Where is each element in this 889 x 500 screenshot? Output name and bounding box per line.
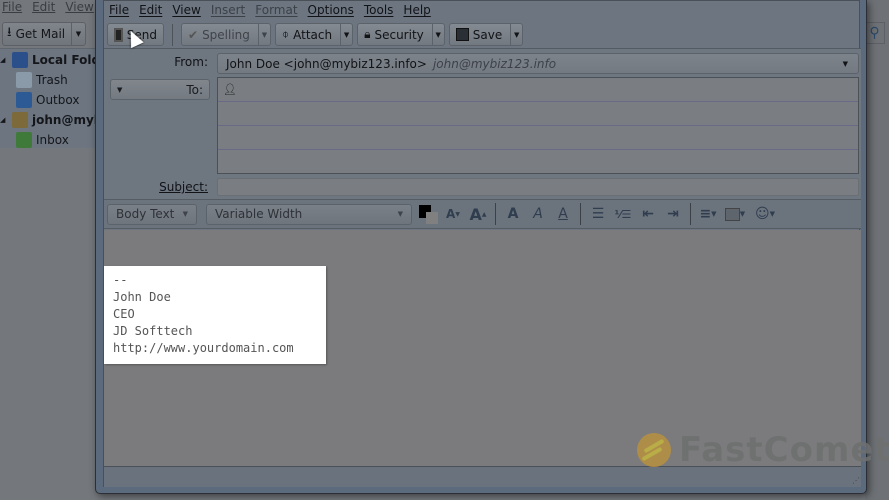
- menu-insert[interactable]: Insert: [206, 3, 250, 21]
- outdent-icon[interactable]: ⇤: [637, 203, 659, 225]
- checkmark-icon: ✔: [188, 27, 199, 42]
- underline-icon[interactable]: A: [552, 203, 574, 225]
- folder-outbox[interactable]: Outbox: [16, 90, 79, 110]
- italic-icon[interactable]: A: [527, 203, 549, 225]
- floppy-disk-icon: [455, 28, 469, 41]
- bg-menu-file[interactable]: File: [2, 0, 22, 18]
- font-select[interactable]: Variable Width ▼: [206, 203, 412, 225]
- folder-trash[interactable]: Trash: [16, 70, 68, 90]
- bg-menu-edit[interactable]: Edit: [32, 0, 55, 18]
- toolbar-separator: [580, 203, 581, 225]
- format-toolbar: Body Text ▼ Variable Width ▼ A ▼ A ▲ A A A…: [104, 199, 861, 229]
- smaller-text-icon[interactable]: A ▼: [442, 203, 464, 225]
- menu-edit[interactable]: Edit: [134, 3, 167, 21]
- recipient-row[interactable]: [218, 102, 858, 126]
- larger-text-icon[interactable]: A ▲: [467, 203, 489, 225]
- chevron-down-icon: ▼: [117, 85, 123, 94]
- smiley-icon[interactable]: ☺ ▼: [751, 203, 779, 225]
- menu-format[interactable]: Format: [250, 3, 302, 21]
- subject-label: Subject:: [159, 180, 208, 194]
- spelling-button[interactable]: ✔ Spelling ▼: [181, 23, 271, 46]
- chevron-down-icon: ▼: [397, 210, 403, 218]
- inbox-icon: [16, 132, 32, 148]
- chevron-down-icon[interactable]: ▼: [71, 23, 85, 45]
- chevron-down-icon[interactable]: ▼: [340, 24, 352, 45]
- from-label: From:: [174, 55, 208, 69]
- resize-grip-icon[interactable]: ⋰: [852, 476, 860, 485]
- signature-line: JD Softtech: [113, 324, 193, 338]
- folder-inbox[interactable]: Inbox: [16, 130, 69, 150]
- menu-options[interactable]: Options: [303, 3, 359, 21]
- paperclip-icon: ⌽: [281, 27, 290, 41]
- signature-line: --: [113, 273, 128, 287]
- attach-button[interactable]: ⌽ Attach ▼: [274, 23, 354, 46]
- compose-window-body: File Edit View Insert Format Options Too…: [103, 0, 861, 487]
- menu-view[interactable]: View: [167, 3, 205, 21]
- chevron-down-icon: ▼: [842, 59, 848, 68]
- chevron-down-icon[interactable]: ▼: [510, 24, 522, 45]
- signature-line: CEO: [113, 307, 135, 321]
- indent-icon[interactable]: ⇥: [662, 203, 684, 225]
- bold-icon[interactable]: A: [502, 203, 524, 225]
- search-icon[interactable]: ⚲: [865, 22, 885, 44]
- menu-file[interactable]: File: [104, 3, 134, 21]
- send-icon: [114, 27, 123, 42]
- get-mail-label: Get Mail: [15, 27, 66, 41]
- folder-tree: ◢ Local Folders Trash Outbox ◢ john@mybi…: [0, 48, 121, 150]
- account-icon: [12, 112, 28, 128]
- message-header: From: John Doe <john@mybiz123.info> john…: [104, 48, 861, 199]
- compose-menubar: File Edit View Insert Format Options Too…: [104, 3, 436, 21]
- numbered-list-icon[interactable]: ⅟☰: [612, 203, 634, 225]
- chevron-down-icon[interactable]: ▼: [431, 24, 444, 45]
- toolbar-separator: [690, 203, 691, 225]
- bullet-list-icon[interactable]: ☰: [587, 203, 609, 225]
- background-color-swatch: [426, 212, 438, 224]
- get-mail-button[interactable]: ⭳ Get Mail ▼: [2, 22, 86, 46]
- compose-toolbar: Send ✔ Spelling ▼ ⌽ Attach ▼ 🔒︎ Security…: [104, 21, 861, 48]
- signature-block: -- John Doe CEO JD Softtech http://www.y…: [104, 266, 326, 364]
- outbox-icon: [16, 92, 32, 108]
- subject-input[interactable]: [217, 178, 859, 196]
- signature-line: John Doe: [113, 290, 171, 304]
- recipient-type-select[interactable]: ▼ To:: [110, 79, 210, 100]
- align-icon[interactable]: ≡ ▼: [697, 203, 719, 225]
- toolbar-separator: [495, 203, 496, 225]
- recipient-row[interactable]: [218, 126, 858, 150]
- trash-icon: [16, 72, 32, 88]
- chevron-down-icon: ▼: [182, 210, 188, 218]
- lock-icon: 🔒︎: [364, 27, 371, 41]
- computer-icon: [12, 52, 28, 68]
- recipient-row[interactable]: 👤︎: [218, 78, 858, 102]
- from-select[interactable]: John Doe <john@mybiz123.info> john@mybiz…: [217, 53, 859, 74]
- download-icon: ⭳: [7, 25, 12, 40]
- fastcomet-watermark: FastComet: [637, 430, 889, 470]
- paragraph-style-select[interactable]: Body Text ▼: [107, 203, 197, 225]
- compose-window: File Edit View Insert Format Options Too…: [95, 0, 867, 494]
- text-color-picker[interactable]: [419, 203, 439, 225]
- menu-help[interactable]: Help: [398, 3, 435, 21]
- menu-tools[interactable]: Tools: [359, 3, 399, 21]
- expand-icon[interactable]: ◢: [0, 56, 8, 64]
- chevron-down-icon[interactable]: ▼: [257, 24, 270, 45]
- background-menubar: File Edit View: [0, 0, 94, 18]
- comet-logo-icon: [637, 433, 671, 467]
- background-toolbar: ⭳ Get Mail ▼: [0, 20, 100, 48]
- expand-icon[interactable]: ◢: [0, 116, 8, 124]
- recipient-list: 👤︎: [217, 77, 859, 174]
- toolbar-separator: [172, 23, 173, 46]
- save-button[interactable]: Save ▼: [448, 23, 524, 46]
- background-right-edge: [865, 0, 889, 500]
- security-button[interactable]: 🔒︎ Security ▼: [357, 23, 445, 46]
- signature-line: http://www.yourdomain.com: [113, 341, 294, 355]
- insert-icon[interactable]: ▼: [722, 203, 748, 225]
- bg-menu-view[interactable]: View: [65, 0, 93, 18]
- recipient-row[interactable]: [218, 150, 858, 174]
- contact-icon: 👤︎: [223, 83, 237, 96]
